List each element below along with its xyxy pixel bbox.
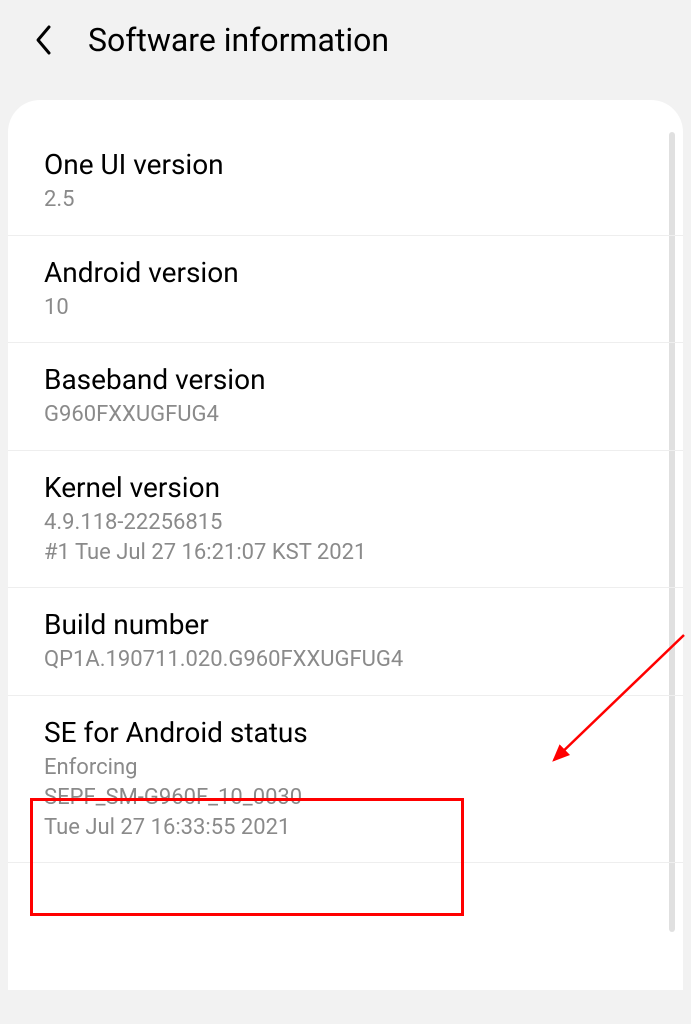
item-android-version[interactable]: Android version 10 (8, 236, 683, 344)
item-title: SE for Android status (44, 716, 647, 749)
page-title: Software information (88, 21, 389, 59)
item-value: G960FXXUGFUG4 (44, 400, 647, 430)
item-se-for-android-status[interactable]: SE for Android status Enforcing SEPF_SM-… (8, 696, 683, 863)
item-value-line: 4.9.118-22256815 (44, 510, 222, 535)
item-title: Build number (44, 608, 647, 641)
item-value-line: Enforcing (44, 755, 137, 780)
item-value-line: #1 Tue Jul 27 16:21:07 KST 2021 (44, 540, 366, 565)
item-value: QP1A.190711.020.G960FXXUGFUG4 (44, 645, 647, 675)
info-card: One UI version 2.5 Android version 10 Ba… (8, 100, 683, 990)
item-title: Android version (44, 256, 647, 289)
item-kernel-version[interactable]: Kernel version 4.9.118-22256815 #1 Tue J… (8, 451, 683, 588)
item-build-number[interactable]: Build number QP1A.190711.020.G960FXXUGFU… (8, 588, 683, 696)
item-baseband-version[interactable]: Baseband version G960FXXUGFUG4 (8, 343, 683, 451)
item-title: Baseband version (44, 363, 647, 396)
back-icon[interactable] (24, 20, 64, 60)
item-value: Enforcing SEPF_SM-G960F_10_0030 Tue Jul … (44, 753, 647, 842)
item-value: 4.9.118-22256815 #1 Tue Jul 27 16:21:07 … (44, 508, 647, 567)
item-title: One UI version (44, 148, 647, 181)
header: Software information (0, 0, 691, 100)
item-value-line: SEPF_SM-G960F_10_0030 (44, 785, 302, 810)
item-value: 2.5 (44, 185, 647, 215)
item-value: 10 (44, 293, 647, 323)
item-value-line: Tue Jul 27 16:33:55 2021 (44, 815, 290, 840)
item-title: Kernel version (44, 471, 647, 504)
item-one-ui-version[interactable]: One UI version 2.5 (8, 128, 683, 236)
